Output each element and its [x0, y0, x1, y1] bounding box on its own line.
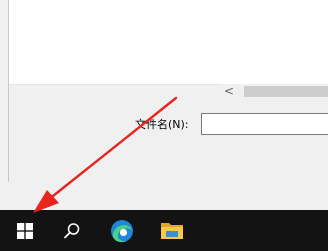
edge-taskbar-button[interactable]: [99, 210, 145, 251]
desktop-strip: [0, 182, 328, 210]
filename-label: 文件名(N):: [135, 118, 189, 131]
file-explorer-icon: [161, 222, 183, 239]
file-explorer-taskbar-button[interactable]: [149, 210, 195, 251]
search-icon: [64, 222, 80, 238]
filename-input[interactable]: [201, 113, 328, 135]
search-button[interactable]: [49, 210, 95, 251]
horizontal-scrollbar[interactable]: <: [221, 84, 328, 99]
scroll-left-arrow-icon[interactable]: <: [221, 84, 237, 99]
start-button[interactable]: [2, 210, 48, 251]
taskbar: [0, 210, 328, 251]
file-list-area[interactable]: [9, 0, 328, 85]
scrollbar-thumb[interactable]: [244, 86, 328, 97]
edge-browser-icon: [111, 219, 133, 242]
windows-start-icon: [17, 222, 33, 239]
save-dialog: < 文件名(N):: [8, 0, 328, 183]
